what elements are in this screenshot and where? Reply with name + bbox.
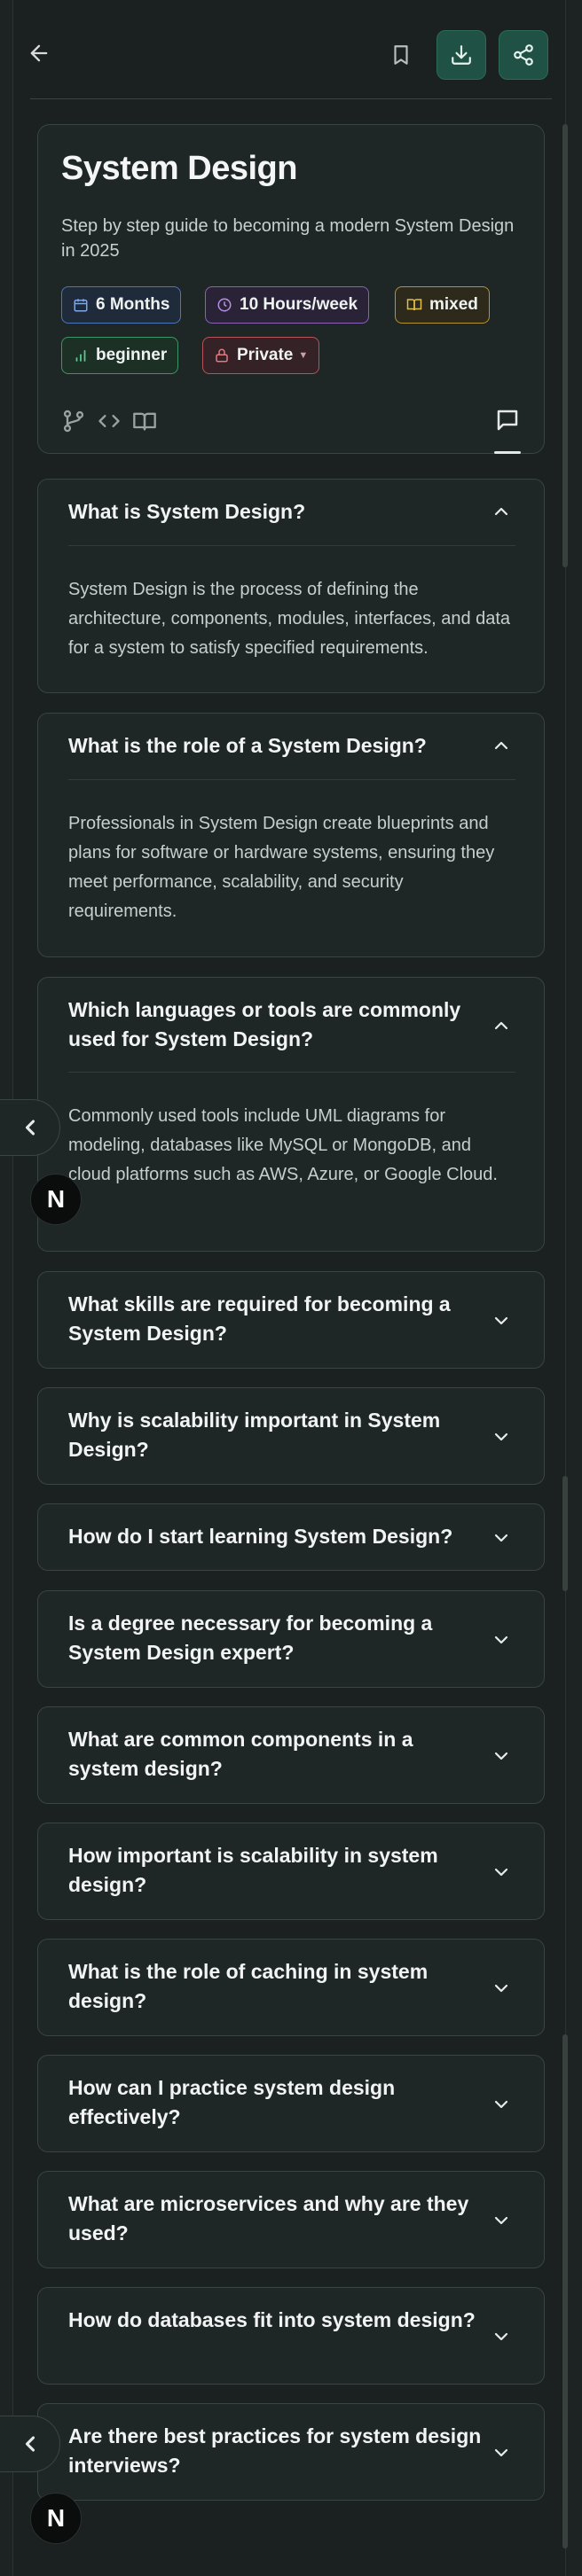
faq-question: What are common components in a system d…: [68, 1728, 413, 1780]
faq-answer: System Design is the process of defining…: [68, 580, 511, 658]
download-icon: [452, 45, 471, 65]
roadmap-card: System Design Step by step guide to beco…: [37, 124, 545, 454]
bookmark-icon[interactable]: [376, 30, 426, 80]
n-badge-2[interactable]: N: [30, 2493, 82, 2544]
faq-question: Why is scalability important in System D…: [68, 1409, 441, 1461]
faq-item[interactable]: Which languages or tools are commonly us…: [37, 977, 545, 1252]
arrow-left-icon[interactable]: [27, 41, 55, 69]
faq-item[interactable]: What skills are required for becoming a …: [37, 1271, 545, 1369]
level-tag: beginner: [61, 337, 179, 374]
chevron-down-icon: ▼: [298, 350, 309, 361]
faq-item[interactable]: What is System Design? System Design is …: [37, 479, 545, 693]
top-bar: [20, 30, 552, 80]
scrollbar-thumb-2[interactable]: [562, 1476, 568, 1591]
book-open-icon: [406, 299, 422, 311]
faq-answer: Professionals in System Design create bl…: [68, 814, 495, 921]
chevron-down-icon[interactable]: [491, 2326, 512, 2347]
faq-item[interactable]: What are microservices and why are they …: [37, 2171, 545, 2268]
faq-item[interactable]: What is the role of a System Design? Pro…: [37, 713, 545, 957]
download-button[interactable]: [436, 30, 486, 80]
sidebar-toggle-button-2[interactable]: [0, 2416, 60, 2472]
faq-question: How important is scalability in system d…: [68, 1844, 438, 1896]
share-icon: [514, 44, 533, 66]
faq-question: Which languages or tools are commonly us…: [68, 998, 461, 1050]
chevron-left-icon: [25, 1120, 35, 1136]
roadmap-description: Step by step guide to becoming a modern …: [61, 216, 515, 261]
top-divider: [30, 98, 552, 99]
chevron-down-icon[interactable]: [491, 1310, 512, 1331]
faq-question: What skills are required for becoming a …: [68, 1292, 451, 1345]
sidebar-toggle-button[interactable]: [0, 1099, 60, 1156]
n-badge-letter: N: [46, 2504, 66, 2532]
faq-question: How do I start learning System Design?: [68, 1525, 453, 1548]
mode-tag: mixed: [395, 286, 490, 324]
bar-chart-icon: [75, 349, 86, 362]
chevron-up-icon[interactable]: [491, 501, 512, 522]
duration-tag: 6 Months: [61, 286, 182, 324]
chevron-down-icon[interactable]: [491, 2210, 512, 2231]
share-button[interactable]: [499, 30, 548, 80]
visibility-dropdown[interactable]: Private ▼: [202, 337, 320, 374]
message-square-icon[interactable]: [494, 407, 521, 433]
faq-item[interactable]: How can I practice system design effecti…: [37, 2055, 545, 2152]
lock-icon: [216, 348, 228, 363]
hours-label: 10 Hours/week: [240, 295, 358, 314]
n-badge[interactable]: N: [30, 1174, 82, 1225]
faq-item[interactable]: What is the role of caching in system de…: [37, 1939, 545, 2036]
clock-icon: [217, 298, 232, 312]
roadmap-title: System Design: [61, 150, 297, 187]
faq-item[interactable]: Are there best practices for system desi…: [37, 2403, 545, 2501]
faq-question: What is the role of a System Design?: [68, 734, 427, 757]
chevron-down-icon[interactable]: [491, 1745, 512, 1767]
faq-item[interactable]: How do databases fit into system design?: [37, 2287, 545, 2385]
faq-divider: [68, 1072, 515, 1073]
faq-question: What is the role of caching in system de…: [68, 1960, 429, 2012]
faq-divider: [68, 779, 515, 780]
chevron-left-icon: [25, 2436, 35, 2452]
faq-item[interactable]: What are common components in a system d…: [37, 1706, 545, 1804]
chevron-down-icon[interactable]: [491, 1426, 512, 1448]
faq-item[interactable]: How important is scalability in system d…: [37, 1823, 545, 1920]
faq-question: How can I practice system design effecti…: [68, 2076, 396, 2128]
faq-answer: Commonly used tools include UML diagrams…: [68, 1106, 498, 1184]
active-tab-indicator: [494, 451, 521, 454]
chevron-down-icon[interactable]: [491, 1978, 512, 1999]
chevron-down-icon[interactable]: [491, 2442, 512, 2463]
faq-question: How do databases fit into system design?: [68, 2308, 476, 2331]
scrollbar-thumb[interactable]: [562, 124, 568, 567]
level-label: beginner: [96, 346, 168, 364]
calendar-icon: [74, 299, 88, 312]
faq-question: Are there best practices for system desi…: [68, 2424, 482, 2477]
hours-tag: 10 Hours/week: [205, 286, 370, 324]
faq-divider: [68, 545, 515, 546]
chevron-up-icon[interactable]: [491, 1015, 512, 1036]
git-branch-icon[interactable]: [61, 409, 86, 433]
faq-item[interactable]: Why is scalability important in System D…: [37, 1387, 545, 1485]
mode-label: mixed: [429, 295, 478, 314]
faq-question: Is a degree necessary for becoming a Sys…: [68, 1612, 433, 1664]
code-icon[interactable]: [97, 409, 122, 433]
faq-question: What is System Design?: [68, 500, 306, 523]
chevron-up-icon[interactable]: [491, 735, 512, 756]
chevron-down-icon[interactable]: [491, 1527, 512, 1549]
chevron-down-icon[interactable]: [491, 1629, 512, 1651]
chevron-down-icon[interactable]: [491, 2094, 512, 2115]
visibility-label: Private: [237, 346, 294, 364]
duration-label: 6 Months: [96, 295, 170, 314]
faq-item[interactable]: How do I start learning System Design?: [37, 1503, 545, 1571]
n-badge-letter: N: [46, 1185, 66, 1213]
faq-question: What are microservices and why are they …: [68, 2192, 469, 2244]
faq-item[interactable]: Is a degree necessary for becoming a Sys…: [37, 1590, 545, 1688]
scrollbar-thumb-3[interactable]: [562, 2034, 568, 2549]
chevron-down-icon[interactable]: [491, 1862, 512, 1883]
book-icon[interactable]: [132, 409, 157, 433]
